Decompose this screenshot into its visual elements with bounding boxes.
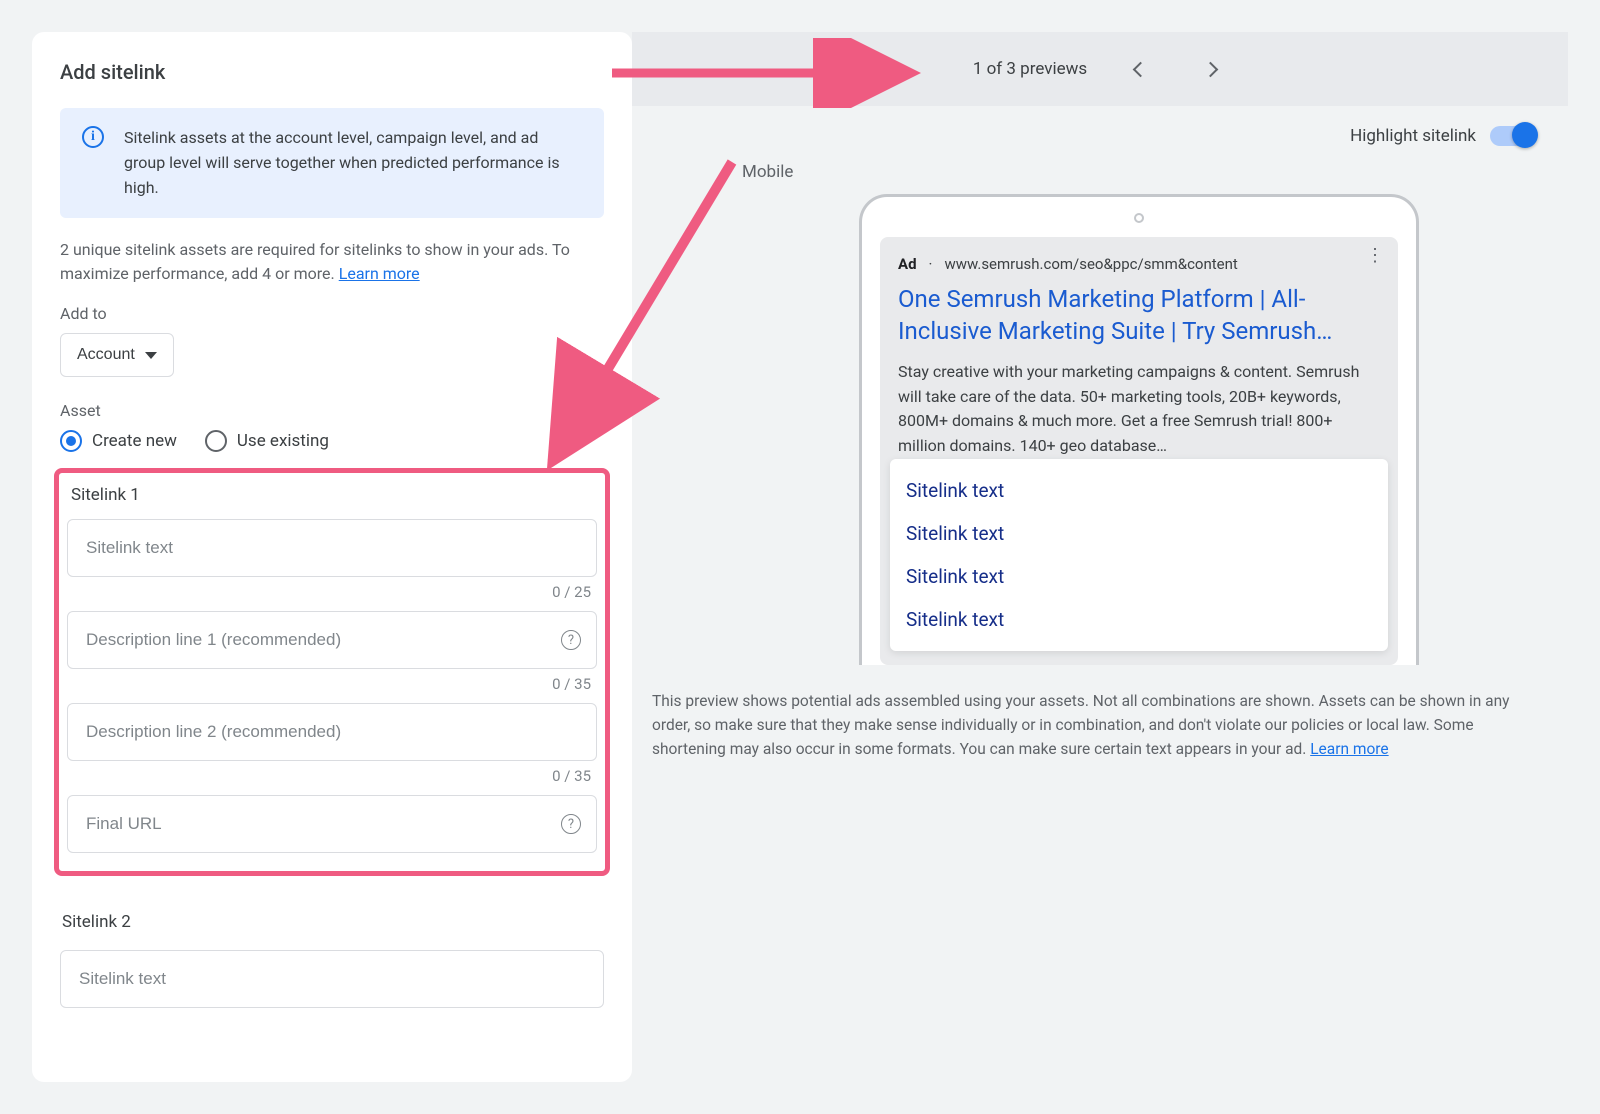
sitelink-text-counter: 0 / 25 xyxy=(67,583,591,601)
info-icon: i xyxy=(82,126,104,148)
ad-separator: · xyxy=(929,255,933,273)
preview-area: 1 of 3 previews Highlight sitelink Mobil… xyxy=(632,32,1568,1082)
sitelink-preview: Sitelink text xyxy=(906,598,1372,641)
final-url-input[interactable] xyxy=(67,795,597,853)
highlight-sitelink-label: Highlight sitelink xyxy=(1350,126,1476,146)
speaker-icon xyxy=(1134,213,1144,223)
mobile-preview-frame: ⋮ Ad · www.semrush.com/seo&ppc/smm&conte… xyxy=(859,194,1419,665)
sitelink-text-input[interactable] xyxy=(67,519,597,577)
asset-radio-group: Create new Use existing xyxy=(60,430,604,452)
previous-preview-button[interactable] xyxy=(1123,52,1157,86)
chevron-right-icon xyxy=(1202,61,1218,77)
caret-down-icon xyxy=(145,352,157,359)
learn-more-link[interactable]: Learn more xyxy=(1310,740,1388,758)
add-to-dropdown[interactable]: Account xyxy=(60,333,174,377)
learn-more-link[interactable]: Learn more xyxy=(339,264,420,283)
sitelink-preview: Sitelink text xyxy=(906,469,1372,512)
chevron-left-icon xyxy=(1132,61,1148,77)
radio-create-new[interactable]: Create new xyxy=(60,430,177,452)
radio-icon xyxy=(205,430,227,452)
info-text: Sitelink assets at the account level, ca… xyxy=(124,126,582,200)
radio-use-existing[interactable]: Use existing xyxy=(205,430,329,452)
preview-toolbar: 1 of 3 previews xyxy=(632,32,1568,106)
description-1-counter: 0 / 35 xyxy=(67,675,591,693)
help-icon[interactable]: ? xyxy=(561,814,581,834)
device-label: Mobile xyxy=(742,162,1536,182)
description-1-input[interactable] xyxy=(67,611,597,669)
sitelink-preview: Sitelink text xyxy=(906,555,1372,598)
sitelink-2-label: Sitelink 2 xyxy=(62,912,604,932)
radio-icon xyxy=(60,430,82,452)
panel-title: Add sitelink xyxy=(60,60,604,84)
add-to-label: Add to xyxy=(60,304,604,323)
next-preview-button[interactable] xyxy=(1193,52,1227,86)
highlight-sitelink-toggle[interactable] xyxy=(1490,126,1536,146)
description-2-input[interactable] xyxy=(67,703,597,761)
asset-label: Asset xyxy=(60,401,604,420)
ad-badge: Ad xyxy=(898,255,917,273)
sitelink-1-group: Sitelink 1 0 / 25 ? 0 / 35 0 / 35 ? xyxy=(54,468,610,876)
sitelink-1-label: Sitelink 1 xyxy=(71,485,597,505)
more-icon: ⋮ xyxy=(1366,253,1384,258)
add-sitelink-panel: Add sitelink i Sitelink assets at the ac… xyxy=(32,32,632,1082)
sitelink-2-text-input[interactable] xyxy=(60,950,604,1008)
ad-description: Stay creative with your marketing campai… xyxy=(898,360,1380,459)
description-2-counter: 0 / 35 xyxy=(67,767,591,785)
add-to-value: Account xyxy=(77,346,135,364)
preview-counter: 1 of 3 previews xyxy=(973,59,1087,79)
help-icon[interactable]: ? xyxy=(561,630,581,650)
preview-disclaimer: This preview shows potential ads assembl… xyxy=(652,665,1536,761)
requirement-text: 2 unique sitelink assets are required fo… xyxy=(60,238,604,286)
sitelink-preview: Sitelink text xyxy=(906,512,1372,555)
highlight-sitelink-row: Highlight sitelink xyxy=(632,106,1568,162)
ad-display-url: www.semrush.com/seo&ppc/smm&content xyxy=(944,255,1237,273)
ad-sitelinks-box: Sitelink text Sitelink text Sitelink tex… xyxy=(890,459,1388,651)
ad-headline: One Semrush Marketing Platform | All-Inc… xyxy=(898,283,1380,348)
info-banner: i Sitelink assets at the account level, … xyxy=(60,108,604,218)
ad-preview-card: ⋮ Ad · www.semrush.com/seo&ppc/smm&conte… xyxy=(880,237,1398,665)
